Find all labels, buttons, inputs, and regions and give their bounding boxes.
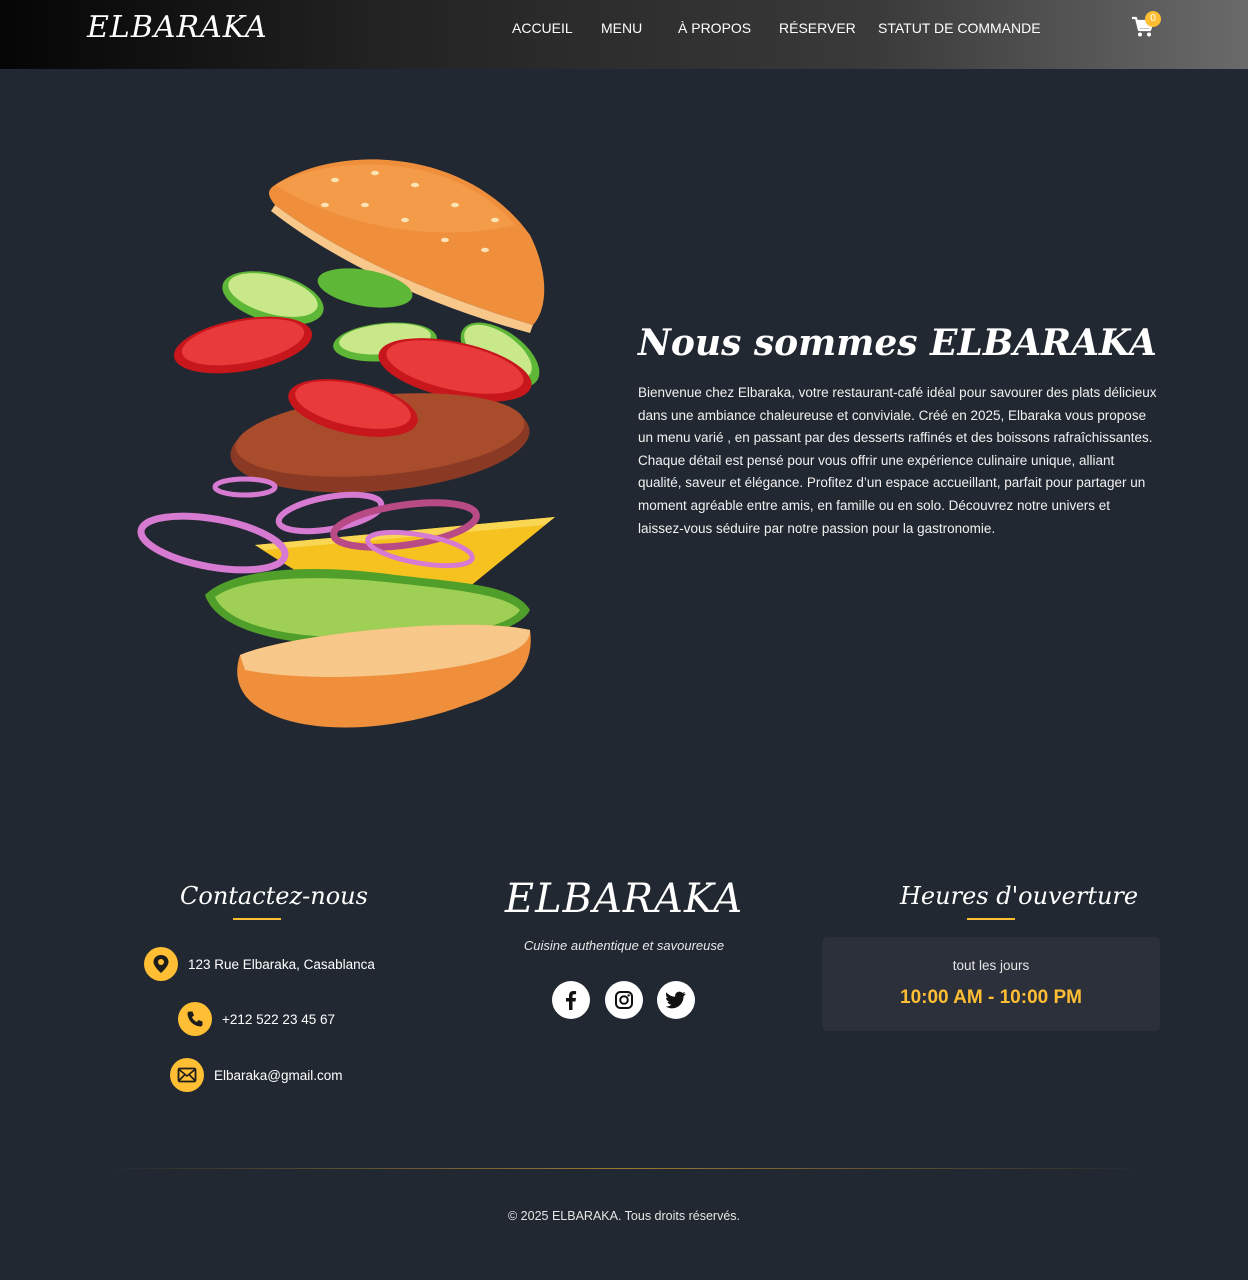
- about-text: Bienvenue chez Elbaraka, votre restauran…: [638, 385, 1157, 536]
- cart-count-badge: 0: [1145, 11, 1161, 27]
- logo[interactable]: ELBARAKA: [87, 10, 268, 45]
- phone-icon: [178, 1002, 212, 1036]
- hours-time: 10:00 AM - 10:00 PM: [900, 987, 1082, 1008]
- twitter-icon[interactable]: [657, 981, 695, 1019]
- email-text[interactable]: Elbaraka@gmail.com: [214, 1068, 343, 1083]
- phone-text[interactable]: +212 522 23 45 67: [222, 1012, 335, 1027]
- copyright: © 2025 ELBARAKA. Tous droits réservés.: [507, 1209, 740, 1223]
- nav-reserver[interactable]: RÉSERVER: [779, 19, 856, 37]
- address-text: 123 Rue Elbaraka, Casablanca: [188, 956, 375, 972]
- footer-divider: [100, 1168, 1148, 1169]
- hours-card: tout les jours 10:00 AM - 10:00 PM: [822, 937, 1160, 1031]
- facebook-icon[interactable]: [552, 981, 590, 1019]
- contact-email: Elbaraka@gmail.com: [170, 1058, 343, 1092]
- hours-days: tout les jours: [952, 958, 1030, 973]
- header: ELBARAKA ACCUEIL MENU À PROPOS RÉSERVER …: [0, 0, 1248, 69]
- instagram-icon[interactable]: [605, 981, 643, 1019]
- about-title: Nous sommes ELBARAKA: [638, 322, 1157, 364]
- nav-accueil[interactable]: ACCUEIL: [512, 19, 573, 37]
- nav-statut-commande[interactable]: STATUT DE COMMANDE: [878, 19, 1041, 37]
- hours-title-underline: [967, 918, 1015, 920]
- burger-illustration: [137, 159, 555, 728]
- contact-phone: +212 522 23 45 67: [178, 1002, 335, 1036]
- nav-menu[interactable]: MENU: [601, 19, 642, 37]
- nav-a-propos[interactable]: À PROPOS: [678, 19, 751, 37]
- hours-title: Heures d'ouverture: [900, 882, 1139, 910]
- envelope-icon: [170, 1058, 204, 1092]
